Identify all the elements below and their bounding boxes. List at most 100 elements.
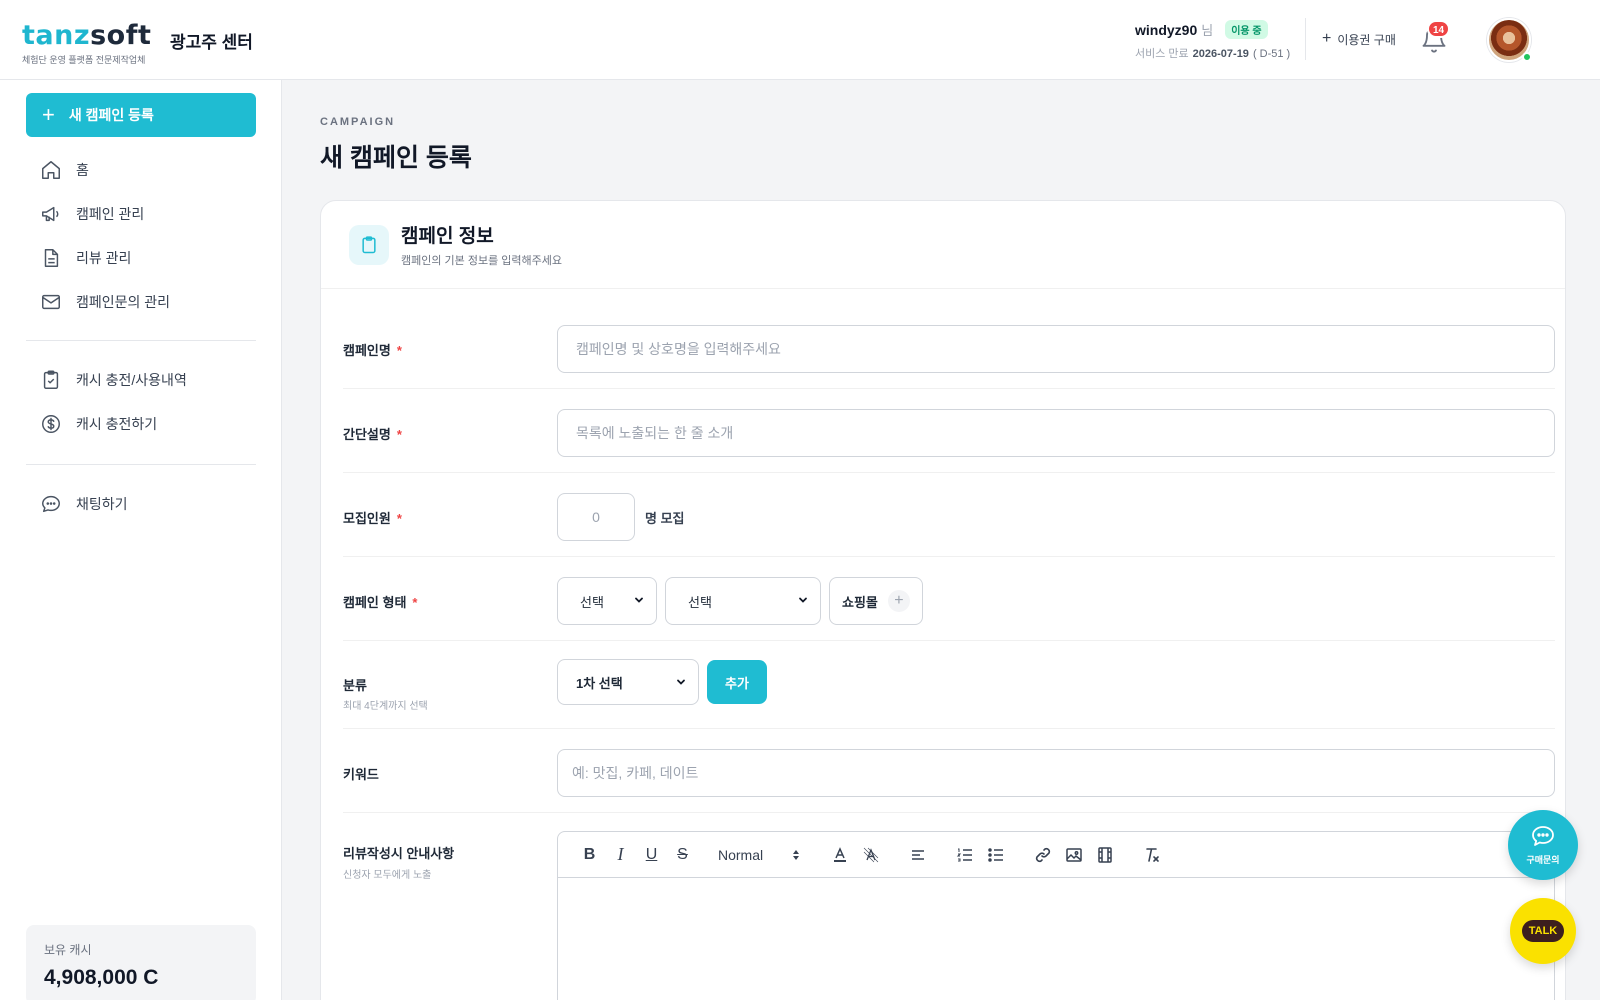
select-value: 선택 [688, 594, 712, 610]
sidebar-nav-chat: 채팅하기 [26, 482, 256, 526]
desc-label: 간단설명 [343, 427, 391, 442]
sidebar-item-label: 채팅하기 [76, 496, 128, 512]
sidebar-item-label: 캠페인 관리 [76, 206, 145, 222]
service-label: 서비스 만료 [1135, 48, 1189, 60]
service-dday: ( D-51 ) [1252, 48, 1291, 60]
required-mark: * [396, 343, 402, 358]
status-badge: 이용 중 [1225, 20, 1268, 39]
buy-pass-button[interactable]: + 이용권 구매 [1322, 30, 1396, 48]
select-value: 1차 선택 [576, 675, 623, 691]
notification-badge: 14 [1427, 20, 1451, 38]
link-button[interactable] [1027, 841, 1058, 869]
brand-tagline: 체험단 운영 플랫폼 전문제작업체 [22, 55, 146, 65]
document-icon [44, 249, 59, 267]
clipboard-icon [362, 236, 376, 254]
keyword-input[interactable]: 예: 맛집, 카페, 데이트 [557, 749, 1555, 797]
category-label: 분류 [343, 678, 367, 693]
sidebar-item-cash-history[interactable]: 캐시 충전/사용내역 [26, 358, 256, 402]
brand-logo[interactable]: tanzsoft 체험단 운영 플랫폼 전문제작업체 [22, 20, 151, 66]
image-button[interactable] [1058, 841, 1089, 869]
background-color-button[interactable] [855, 841, 886, 869]
text-color-button[interactable] [824, 841, 855, 869]
mail-icon [42, 294, 60, 310]
bullet-list-button[interactable] [980, 841, 1011, 869]
page-eyebrow: CAMPAIGN [320, 116, 396, 128]
chevron-down-icon [677, 679, 685, 685]
category-add-button[interactable]: 추가 [707, 660, 767, 704]
editor-toolbar: B I U S Normal [558, 832, 1554, 878]
guide-label: 리뷰작성시 안내사항 [343, 846, 455, 861]
form-row-keyword: 키워드 예: 맛집, 카페, 데이트 [343, 729, 1555, 813]
chip-label: 쇼핑몰 [842, 594, 878, 610]
purchase-inquiry-button[interactable]: 구매문의 [1508, 810, 1578, 880]
chevron-down-icon [635, 597, 643, 603]
clear-format-icon [1145, 847, 1159, 862]
select-value: 선택 [580, 594, 604, 610]
category-level1-select[interactable]: 1차 선택 [557, 659, 699, 705]
kakao-talk-button[interactable]: TALK [1510, 898, 1576, 964]
bold-button[interactable]: B [574, 841, 605, 869]
chevron-down-icon [799, 597, 807, 603]
form-row-description: 간단설명 * 목록에 노출되는 한 줄 소개 [343, 389, 1555, 473]
chat-bubble-icon [1532, 825, 1554, 846]
form-row-recruit: 모집인원 * 0 명 모집 [343, 473, 1555, 557]
campaign-name-input[interactable]: 캠페인명 및 상호명을 입력해주세요 [557, 325, 1555, 373]
card-icon [349, 225, 389, 265]
clear-format-button[interactable] [1136, 841, 1167, 869]
campaign-type-select[interactable]: 선택 [557, 577, 657, 625]
link-icon [1035, 847, 1050, 862]
new-campaign-label: 새 캠페인 등록 [68, 107, 154, 123]
form-row-review-guide: 리뷰작성시 안내사항 신청자 모두에게 노출 B I U S Normal [343, 813, 1555, 1000]
user-info: windyz90 님 이용 중 서비스 만료 2026-07-19( D-51 ) [1135, 20, 1305, 61]
sidebar-item-label: 리뷰 관리 [76, 250, 132, 266]
underline-button[interactable]: U [636, 841, 667, 869]
sidebar-item-label: 캠페인문의 관리 [76, 294, 171, 310]
cash-balance: 보유 캐시 4,908,000 C [26, 925, 256, 1000]
sidebar-item-reviews[interactable]: 리뷰 관리 [26, 236, 256, 280]
text-color-icon [833, 846, 846, 862]
align-button[interactable] [902, 841, 933, 869]
keyword-label: 키워드 [343, 767, 379, 782]
campaign-subtype-select[interactable]: 선택 [665, 577, 821, 625]
ordered-list-icon [956, 848, 972, 861]
card-subtitle: 캠페인의 기본 정보를 입력해주세요 [401, 255, 562, 267]
highlight-icon [863, 847, 878, 862]
sort-arrows-icon [793, 849, 799, 860]
required-mark: * [396, 427, 402, 442]
logo-tanz: tanz [22, 20, 91, 51]
sidebar-item-campaigns[interactable]: 캠페인 관리 [26, 192, 256, 236]
sidebar-item-chat[interactable]: 채팅하기 [26, 482, 256, 526]
sidebar-item-label: 홈 [76, 162, 89, 178]
sidebar-nav-cash: 캐시 충전/사용내역 캐시 충전하기 [26, 358, 256, 446]
guide-hint: 신청자 모두에게 노출 [343, 870, 432, 881]
font-size-select[interactable]: Normal [698, 847, 808, 863]
sidebar-item-home[interactable]: 홈 [26, 148, 256, 192]
sidebar-item-inquiries[interactable]: 캠페인문의 관리 [26, 280, 256, 324]
sidebar-item-label: 캐시 충전하기 [76, 416, 158, 432]
ordered-list-button[interactable] [949, 841, 980, 869]
kakao-talk-label: TALK [1521, 920, 1565, 942]
plus-icon: + [1322, 30, 1332, 47]
shopping-mall-chip[interactable]: 쇼핑몰 + [829, 577, 923, 625]
service-expiry: 서비스 만료 2026-07-19( D-51 ) [1135, 45, 1305, 61]
plus-icon[interactable]: + [887, 590, 910, 612]
strikethrough-button[interactable]: S [667, 841, 698, 869]
image-icon [1065, 847, 1082, 862]
form-row-type: 캠페인 형태 * 선택 선택 쇼핑몰 + [343, 557, 1555, 641]
recruit-count-input[interactable]: 0 [557, 493, 635, 541]
sidebar-item-cash-charge[interactable]: 캐시 충전하기 [26, 402, 256, 446]
video-icon [1097, 846, 1112, 863]
megaphone-icon [42, 206, 59, 222]
clipboard-check-icon [43, 370, 59, 389]
short-description-input[interactable]: 목록에 노출되는 한 줄 소개 [557, 409, 1555, 457]
cash-label: 보유 캐시 [44, 943, 92, 957]
sidebar-nav-main: 홈 캠페인 관리 리뷰 관리 캠페인문의 관리 [26, 148, 256, 324]
dollar-circle-icon [42, 415, 60, 433]
new-campaign-button[interactable]: + 새 캠페인 등록 [26, 93, 256, 137]
italic-button[interactable]: I [605, 841, 636, 869]
page-title: 새 캠페인 등록 [320, 144, 472, 172]
main-content: CAMPAIGN 새 캠페인 등록 캠페인 정보 캠페인의 기본 정보를 입력해… [282, 80, 1600, 1000]
video-button[interactable] [1089, 841, 1120, 869]
sidebar: + 새 캠페인 등록 홈 캠페인 관리 리뷰 관리 캠페인문의 관리 캐시 충전… [0, 80, 282, 1000]
top-header: tanzsoft 체험단 운영 플랫폼 전문제작업체 광고주 센터 windyz… [0, 0, 1600, 80]
